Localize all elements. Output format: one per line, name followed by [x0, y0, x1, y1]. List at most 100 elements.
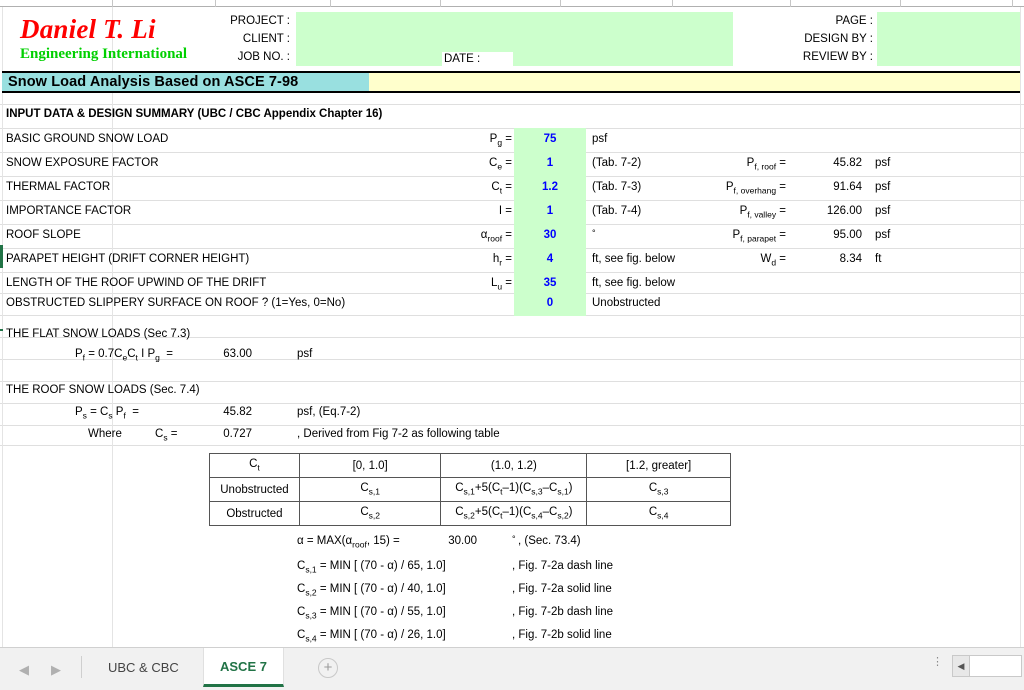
- input-value-pg[interactable]: 75: [514, 133, 586, 146]
- column-divider[interactable]: [900, 0, 901, 7]
- excel-worksheet-window: Daniel T. Li Engineering International P…: [0, 0, 1024, 690]
- row-selection-marker: [0, 245, 3, 268]
- column-divider[interactable]: [1012, 0, 1013, 7]
- result-value-pf-overhang: 91.64: [833, 181, 862, 193]
- row-label-unobstructed: Unobstructed: [209, 477, 300, 502]
- project-info-input-cell[interactable]: [296, 12, 733, 66]
- input-value-ce[interactable]: 1: [514, 157, 586, 170]
- input-value-lu[interactable]: 35: [514, 277, 586, 290]
- result-unit: psf: [875, 181, 891, 193]
- date-label: DATE :: [444, 53, 481, 65]
- cs3-formula: Cs,3 = MIN [ (70 - α) / 55, 1.0]: [297, 606, 446, 621]
- input-row-symbol: hr =: [492, 253, 512, 268]
- input-unit: (Tab. 7-3): [592, 181, 642, 193]
- input-row-label: ROOF SLOPE: [6, 229, 81, 241]
- result-symbol: Wd =: [760, 253, 786, 268]
- column-header-strip[interactable]: [0, 0, 1024, 7]
- scroll-left-icon[interactable]: ◀: [953, 656, 970, 676]
- cs4-formula: Cs,4 = MIN [ (70 - α) / 26, 1.0]: [297, 629, 446, 644]
- roof-snow-heading: THE ROOF SNOW LOADS (Sec. 7.4): [6, 384, 200, 396]
- project-label: PROJECT :: [230, 15, 290, 27]
- table-header-row: Ct [0, 1.0] (1.0, 1.2) [1.2, greater]: [209, 453, 731, 478]
- result-symbol: Pf, roof =: [746, 157, 786, 172]
- input-row-symbol: Ce =: [489, 157, 512, 172]
- input-row-label: BASIC GROUND SNOW LOAD: [6, 133, 169, 145]
- tab-separator: [81, 656, 82, 678]
- result-symbol: Pf, parapet =: [732, 229, 786, 244]
- result-value-pf-valley: 126.00: [826, 205, 862, 217]
- roof-snow-formula: Ps = Cs Pf =: [75, 406, 139, 421]
- sheet-tab-bar: ◀ ▶ UBC & CBC ASCE 7 + ⋮: [0, 647, 1024, 690]
- horizontal-scrollbar[interactable]: ◀: [952, 655, 1022, 677]
- alpha-value: 30.00: [448, 535, 477, 547]
- flat-snow-unit: psf: [297, 348, 313, 360]
- worksheet-grid[interactable]: Daniel T. Li Engineering International P…: [0, 7, 1024, 647]
- previous-sheet-icon[interactable]: ◀: [19, 663, 29, 676]
- scrollbar-track[interactable]: [970, 656, 1021, 676]
- input-row-label: THERMAL FACTOR: [6, 181, 111, 193]
- column-divider[interactable]: [215, 0, 216, 7]
- more-options-icon[interactable]: ⋮: [932, 657, 943, 677]
- cs2-note: , Fig. 7-2a solid line: [512, 583, 612, 595]
- table-header-ct: Ct: [209, 453, 300, 478]
- cs3-note: , Fig. 7-2b dash line: [512, 606, 614, 618]
- cs-note: , Derived from Fig 7-2 as following tabl…: [297, 428, 500, 440]
- roof-snow-unit: psf, (Eq.7-2): [297, 406, 361, 418]
- next-sheet-icon[interactable]: ▶: [51, 663, 61, 676]
- cs2-formula: Cs,2 = MIN [ (70 - α) / 40, 1.0]: [297, 583, 446, 598]
- page-label: PAGE :: [835, 15, 874, 27]
- table-row: Obstructed Cs,2 Cs,2+5(Ct–1)(Cs,4–Cs,2) …: [209, 501, 731, 526]
- input-row-symbol: Lu =: [490, 277, 512, 292]
- result-unit: ft: [875, 253, 882, 265]
- cell-cs4: Cs,4: [586, 501, 731, 526]
- table-row: Unobstructed Cs,1 Cs,1+5(Ct–1)(Cs,3–Cs,1…: [209, 477, 731, 502]
- flat-snow-formula: Pf = 0.7CeCt I Pg =: [75, 348, 173, 363]
- input-row-label: IMPORTANCE FACTOR: [6, 205, 132, 217]
- input-value-ct[interactable]: 1.2: [514, 181, 586, 194]
- alpha-unit: °: [512, 534, 516, 544]
- input-value-alpharoof[interactable]: 30: [514, 229, 586, 242]
- add-sheet-icon[interactable]: +: [318, 658, 338, 678]
- cell-cs2: Cs,2: [298, 501, 442, 526]
- sheet-tab-ubc-cbc[interactable]: UBC & CBC: [92, 648, 195, 687]
- column-divider[interactable]: [790, 0, 791, 7]
- sheet-title-text: Snow Load Analysis Based on ASCE 7-98: [8, 74, 299, 90]
- alpha-note: , (Sec. 73.4): [518, 535, 581, 547]
- cell-formula-unobstructed: Cs,1+5(Ct–1)(Cs,3–Cs,1): [440, 477, 588, 502]
- input-row-symbol: αroof =: [480, 229, 512, 244]
- input-row-symbol: I =: [498, 205, 512, 217]
- input-value-hr[interactable]: 4: [514, 253, 586, 266]
- company-logo-name: Daniel T. Li: [20, 14, 156, 44]
- sheet-tab-asce-7[interactable]: ASCE 7: [203, 648, 284, 687]
- jobno-label: JOB NO. :: [237, 51, 290, 63]
- sheet-nav-arrows[interactable]: ◀ ▶: [8, 658, 72, 680]
- page-info-input-cell[interactable]: [877, 12, 1020, 66]
- result-value-pf-roof: 45.82: [833, 157, 862, 169]
- column-divider[interactable]: [560, 0, 561, 7]
- cell-cs3: Cs,3: [586, 477, 731, 502]
- column-divider[interactable]: [112, 0, 113, 7]
- alpha-formula: α = MAX(αroof, 15) =: [297, 535, 400, 550]
- cs4-note: , Fig. 7-2b solid line: [512, 629, 612, 641]
- column-divider[interactable]: [330, 0, 331, 7]
- input-value-obstructed[interactable]: 0: [514, 297, 586, 310]
- row-label-obstructed: Obstructed: [209, 501, 300, 526]
- result-value-wd: 8.34: [839, 253, 862, 265]
- result-symbol: Pf, overhang =: [725, 181, 786, 196]
- cs-lookup-table: Ct [0, 1.0] (1.0, 1.2) [1.2, greater] Un…: [209, 453, 731, 526]
- column-divider[interactable]: [672, 0, 673, 7]
- result-value-pf-parapet: 95.00: [833, 229, 862, 241]
- flat-snow-value: 63.00: [223, 348, 252, 360]
- column-divider[interactable]: [440, 0, 441, 7]
- input-row-label: LENGTH OF THE ROOF UPWIND OF THE DRIFT: [6, 277, 267, 289]
- input-unit: (Tab. 7-2): [592, 157, 642, 169]
- input-row-symbol: Ct =: [491, 181, 512, 196]
- input-unit: (Tab. 7-4): [592, 205, 642, 217]
- design-by-label: DESIGN BY :: [804, 33, 873, 45]
- table-header-range-3: [1.2, greater]: [586, 453, 731, 478]
- input-unit: Unobstructed: [592, 297, 661, 309]
- input-unit: °: [592, 228, 596, 238]
- input-value-i[interactable]: 1: [514, 205, 586, 218]
- input-unit: ft, see fig. below: [592, 253, 676, 265]
- row-selection-marker: [0, 329, 3, 331]
